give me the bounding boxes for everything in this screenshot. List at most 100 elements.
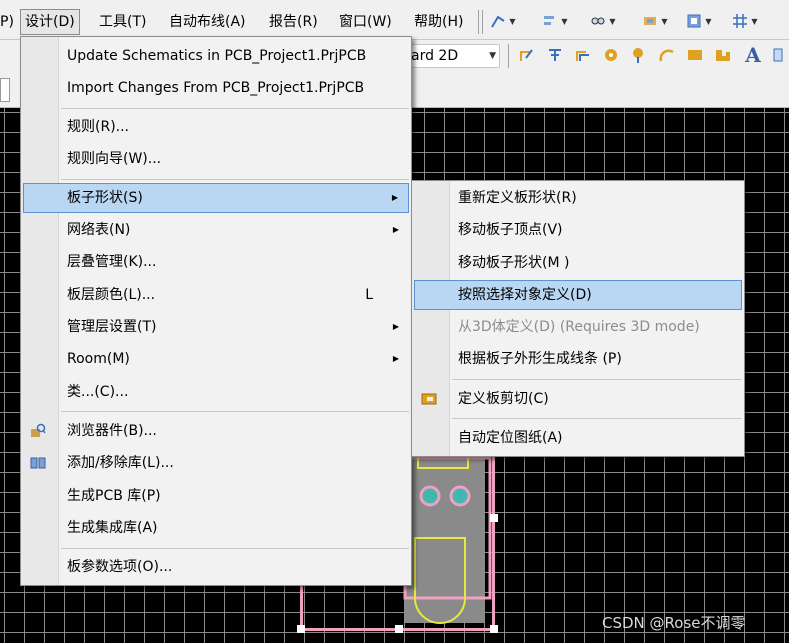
find-icon[interactable]: ▼ — [588, 10, 618, 32]
menu-item-shortcut: L — [365, 287, 373, 303]
toolbar-separator — [508, 44, 509, 68]
watermark: CSDN @Rose不调零 — [602, 614, 746, 632]
menu-project-partial[interactable]: P) — [0, 9, 18, 35]
menu-item-label: 自动定位图纸(A) — [458, 430, 563, 446]
menu-reports[interactable]: 报告(R) — [265, 9, 322, 35]
submenu-item-define-from-3d-body: 从3D体定义(D) (Requires 3D mode) — [414, 312, 742, 342]
pad[interactable] — [449, 485, 471, 507]
menu-item-add-remove-library[interactable]: 添加/移除库(L)... — [23, 448, 409, 478]
route-multiple-icon[interactable] — [544, 44, 566, 66]
more-tools-icon[interactable] — [768, 44, 789, 66]
selection-handle[interactable] — [297, 625, 305, 633]
menu-item-label: 规则向导(W)... — [67, 151, 162, 167]
pad[interactable] — [419, 485, 441, 507]
toolbar-separator — [482, 10, 483, 34]
menu-item-label: 定义板剪切(C) — [458, 391, 549, 407]
submenu-item-create-primitives-from-board-shape[interactable]: 根据板子外形生成线条 (P) — [414, 344, 742, 374]
menu-item-room[interactable]: Room(M) ▶ — [23, 344, 409, 374]
pad-icon[interactable] — [600, 44, 622, 66]
align-icon[interactable]: ▼ — [540, 10, 570, 32]
menu-item-label: 层叠管理(K)... — [67, 254, 157, 270]
menu-item-label: Update Schematics in PCB_Project1.PrjPCB — [67, 48, 367, 64]
design-menu: Update Schematics in PCB_Project1.PrjPCB… — [20, 36, 412, 586]
menu-autoroute[interactable]: 自动布线(A) — [165, 9, 250, 35]
menu-item-board-options[interactable]: 板参数选项(O)... — [23, 552, 409, 582]
submenu-item-define-from-selected-objects[interactable]: 按照选择对象定义(D) — [414, 280, 742, 310]
menu-item-label: 添加/移除库(L)... — [67, 455, 174, 471]
menu-item-label: 类...(C)... — [67, 384, 129, 400]
submenu-arrow-icon: ▶ — [392, 225, 399, 234]
board-outline-right — [492, 453, 495, 631]
menu-item-update-schematics[interactable]: Update Schematics in PCB_Project1.PrjPCB — [23, 41, 409, 71]
selection-handle[interactable] — [490, 625, 498, 633]
submenu-item-define-board-cutout[interactable]: 定义板剪切(C) — [414, 384, 742, 414]
room-icon[interactable]: ▼ — [684, 10, 714, 32]
menu-separator — [61, 548, 409, 549]
library-book-icon — [29, 454, 47, 472]
submenu-item-move-board-vertices[interactable]: 移动板子顶点(V) — [414, 215, 742, 245]
menu-item-label: 生成PCB 库(P) — [67, 488, 161, 504]
menu-item-netlist[interactable]: 网络表(N) ▶ — [23, 215, 409, 245]
arc-icon[interactable] — [656, 44, 678, 66]
menu-item-label: 按照选择对象定义(D) — [458, 287, 592, 303]
submenu-arrow-icon: ▶ — [391, 193, 398, 202]
fill-icon[interactable] — [684, 44, 706, 66]
route-track-icon[interactable] — [516, 44, 538, 66]
menu-item-classes[interactable]: 类...(C)... — [23, 377, 409, 407]
menu-item-board-layer-colors[interactable]: 板层颜色(L)... L — [23, 280, 409, 310]
menu-item-label: 网络表(N) — [67, 222, 131, 238]
selection-handle[interactable] — [395, 625, 403, 633]
submenu-item-auto-position-sheet[interactable]: 自动定位图纸(A) — [414, 423, 742, 453]
menu-help[interactable]: 帮助(H) — [410, 9, 467, 35]
menu-item-board-shape[interactable]: 板子形状(S) ▶ — [23, 183, 409, 213]
menu-item-label: Import Changes From PCB_Project1.PrjPCB — [67, 80, 365, 96]
submenu-arrow-icon: ▶ — [392, 322, 399, 331]
menu-tools[interactable]: 工具(T) — [95, 9, 150, 35]
menu-item-make-pcb-library[interactable]: 生成PCB 库(P) — [23, 481, 409, 511]
left-toolbar-handle[interactable] — [0, 78, 10, 102]
via-icon[interactable] — [628, 44, 650, 66]
view-mode-value: ard 2D — [411, 48, 459, 64]
interactive-route-icon[interactable]: ▼ — [488, 10, 518, 32]
toolbar-separator — [478, 10, 479, 34]
submenu-item-move-board-shape[interactable]: 移动板子形状(M ) — [414, 248, 742, 278]
menu-item-rules[interactable]: 规则(R)... — [23, 112, 409, 142]
menu-separator — [452, 379, 742, 380]
menu-item-label: 重新定义板形状(R) — [458, 190, 577, 206]
menu-item-rules-wizard[interactable]: 规则向导(W)... — [23, 144, 409, 174]
menu-item-label: 浏览器件(B)... — [67, 423, 157, 439]
menu-separator — [61, 108, 409, 109]
component-placement-icon[interactable]: ▼ — [640, 10, 670, 32]
board-cutout-icon — [420, 390, 438, 408]
menu-item-label: 板参数选项(O)... — [67, 559, 173, 575]
menu-item-label: 板层颜色(L)... — [67, 287, 156, 303]
selection-handle[interactable] — [490, 514, 498, 522]
menu-item-manage-layer-sets[interactable]: 管理层设置(T) ▶ — [23, 312, 409, 342]
differential-pair-icon[interactable] — [572, 44, 594, 66]
menu-item-make-integrated-library[interactable]: 生成集成库(A) — [23, 513, 409, 543]
string-text-icon[interactable]: A — [742, 43, 764, 67]
menu-bar: P) 设计(D) 工具(T) 自动布线(A) 报告(R) 窗口(W) 帮助(H)… — [0, 0, 789, 40]
grid-icon[interactable]: ▼ — [730, 10, 760, 32]
board-shape-submenu: 重新定义板形状(R) 移动板子顶点(V) 移动板子形状(M ) 按照选择对象定义… — [411, 180, 745, 457]
menu-item-label: 生成集成库(A) — [67, 520, 158, 536]
menu-window[interactable]: 窗口(W) — [335, 9, 396, 35]
chevron-down-icon: ▼ — [489, 51, 496, 61]
menu-item-import-changes[interactable]: Import Changes From PCB_Project1.PrjPCB — [23, 73, 409, 103]
menu-design[interactable]: 设计(D) — [20, 9, 80, 35]
menu-item-layer-stack-manager[interactable]: 层叠管理(K)... — [23, 247, 409, 277]
menu-item-label: 移动板子顶点(V) — [458, 222, 563, 238]
menu-item-label: 管理层设置(T) — [67, 319, 157, 335]
menu-separator — [61, 179, 409, 180]
submenu-arrow-icon: ▶ — [392, 354, 399, 363]
submenu-item-redefine-board-shape[interactable]: 重新定义板形状(R) — [414, 183, 742, 213]
menu-item-browse-components[interactable]: 浏览器件(B)... — [23, 416, 409, 446]
menu-item-label: 移动板子形状(M ) — [458, 255, 570, 271]
menu-item-label: 根据板子外形生成线条 (P) — [458, 351, 622, 367]
menu-separator — [452, 418, 742, 419]
menu-item-label: 从3D体定义(D) (Requires 3D mode) — [458, 319, 700, 335]
polygon-pour-icon[interactable] — [712, 44, 734, 66]
browse-components-icon — [29, 422, 47, 440]
menu-separator — [61, 411, 409, 412]
menu-item-label: Room(M) — [67, 351, 130, 367]
